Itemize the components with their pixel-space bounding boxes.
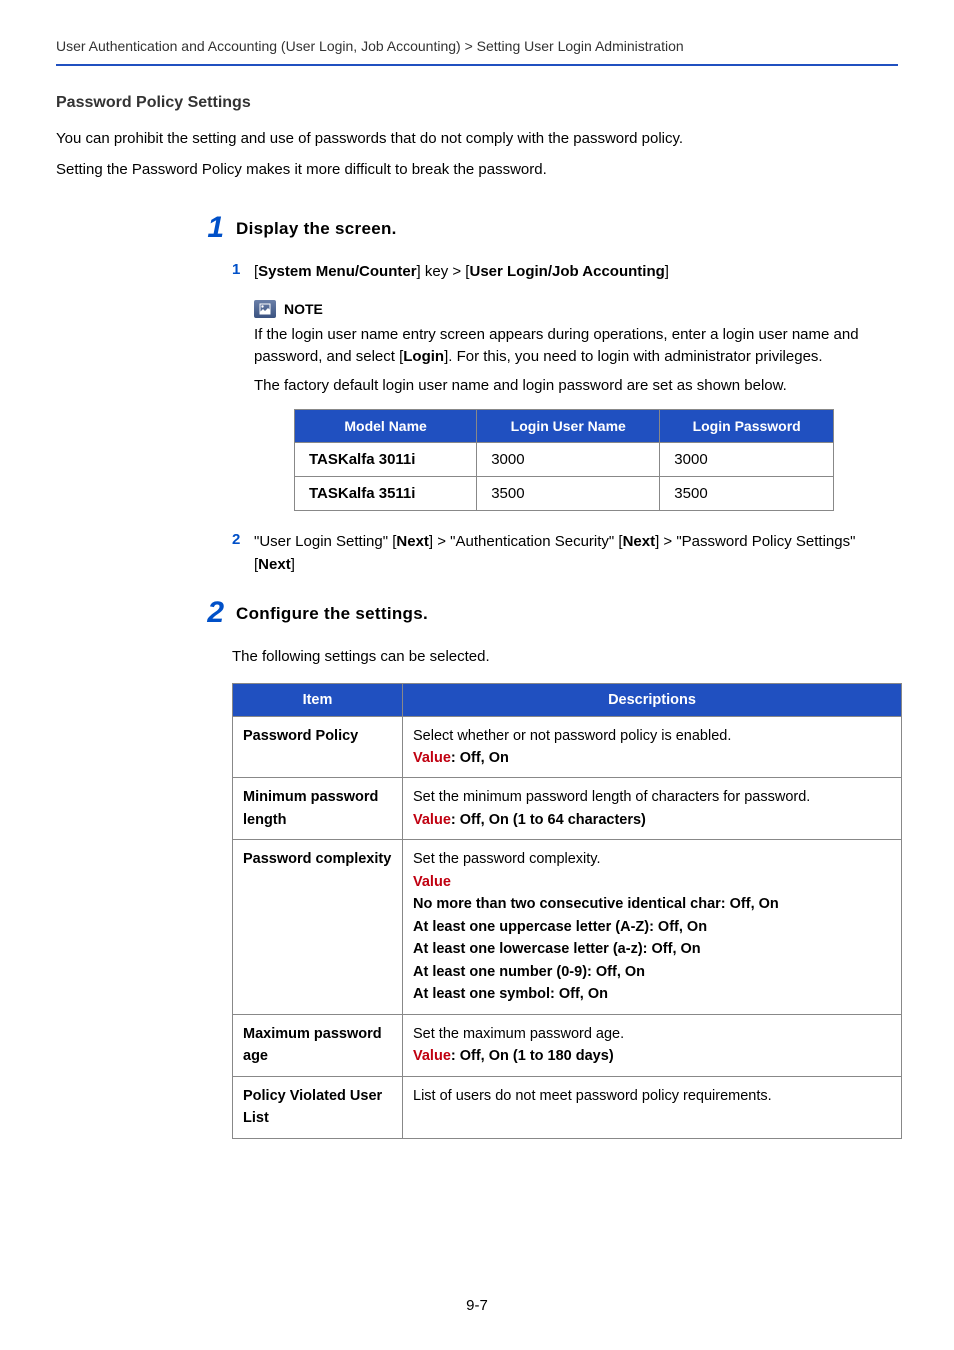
sr1-val-text: Off, On <box>460 750 509 766</box>
sr4-item: Maximum password age <box>233 1014 403 1076</box>
sr2-item: Minimum password length <box>233 778 403 840</box>
sr4-val-text: Off, On (1 to 180 days) <box>460 1048 614 1064</box>
intro-para-1: You can prohibit the setting and use of … <box>56 128 898 151</box>
step-2-body: The following settings can be selected. … <box>232 646 898 1139</box>
sr2-desc-text: Set the minimum password length of chara… <box>413 789 810 805</box>
login-r2-pass: 3500 <box>660 477 834 511</box>
sr3-c5: At least one symbol: Off, On <box>413 986 608 1002</box>
note-label: NOTE <box>284 301 323 317</box>
login-th-pass: Login Password <box>660 410 834 443</box>
step-2-header: 2 Configure the settings. <box>196 598 898 628</box>
login-r2-user: 3500 <box>477 477 660 511</box>
login-r1-pass: 3000 <box>660 443 834 477</box>
login-row-1: TASKalfa 3011i 3000 3000 <box>295 443 834 477</box>
sr5-desc: List of users do not meet password polic… <box>403 1076 902 1138</box>
step-2-title: Configure the settings. <box>236 598 428 624</box>
s1s2-b1: Next <box>396 533 429 550</box>
section-heading: Password Policy Settings <box>56 94 898 112</box>
settings-row-4: Maximum password age Set the maximum pas… <box>233 1014 902 1076</box>
s1s2-t1: "User Login Setting" [ <box>254 533 396 550</box>
settings-th-item: Item <box>233 683 403 716</box>
breadcrumb: User Authentication and Accounting (User… <box>56 38 898 64</box>
login-table: Model Name Login User Name Login Passwor… <box>294 409 834 511</box>
sr2-val-sep: : <box>451 812 460 828</box>
step-2-intro: The following settings can be selected. <box>232 646 898 669</box>
s1s2-t2: ] > "Authentication Security" [ <box>429 533 623 550</box>
step-1-number: 1 <box>196 213 236 243</box>
s1s1-mid: ] key > [ <box>417 263 470 280</box>
sr3-c1: No more than two consecutive identical c… <box>413 896 779 912</box>
sr3-item: Password complexity <box>233 840 403 1014</box>
s1s1-post: ] <box>665 263 669 280</box>
sr3-desc: Set the password complexity. Value No mo… <box>403 840 902 1014</box>
login-th-user: Login User Name <box>477 410 660 443</box>
note-icon <box>254 300 276 318</box>
settings-row-3: Password complexity Set the password com… <box>233 840 902 1014</box>
intro-para-2: Setting the Password Policy makes it mor… <box>56 159 898 182</box>
note-p1c: ]. For this, you need to login with admi… <box>444 348 823 365</box>
note-p1b: Login <box>403 348 444 365</box>
step-1-sub-1-text: [System Menu/Counter] key > [User Login/… <box>254 261 669 284</box>
sr3-desc-text: Set the password complexity. <box>413 851 601 867</box>
sr4-val-label: Value <box>413 1048 451 1064</box>
login-th-model: Model Name <box>295 410 477 443</box>
settings-th-desc: Descriptions <box>403 683 902 716</box>
s1s1-b1: System Menu/Counter <box>258 263 416 280</box>
note-para-2: The factory default login user name and … <box>254 375 898 398</box>
settings-row-5: Policy Violated User List List of users … <box>233 1076 902 1138</box>
s1s2-b2: Next <box>623 533 656 550</box>
sr1-desc-text: Select whether or not password policy is… <box>413 728 731 744</box>
sr1-desc: Select whether or not password policy is… <box>403 716 902 778</box>
login-r1-user: 3000 <box>477 443 660 477</box>
settings-row-1: Password Policy Select whether or not pa… <box>233 716 902 778</box>
sr1-val-sep: : <box>451 750 460 766</box>
note-block: NOTE If the login user name entry screen… <box>254 300 898 512</box>
step-1-title: Display the screen. <box>236 213 397 239</box>
step-1-sub-1-num: 1 <box>232 261 254 278</box>
settings-header-row: Item Descriptions <box>233 683 902 716</box>
settings-table: Item Descriptions Password Policy Select… <box>232 683 902 1139</box>
sr2-val-text: Off, On (1 to 64 characters) <box>460 812 646 828</box>
sr1-val-label: Value <box>413 750 451 766</box>
sr3-c2: At least one uppercase letter (A-Z): Off… <box>413 919 707 935</box>
settings-row-2: Minimum password length Set the minimum … <box>233 778 902 840</box>
login-r1-model: TASKalfa 3011i <box>295 443 477 477</box>
step-1-header: 1 Display the screen. <box>196 213 898 243</box>
page-number: 9-7 <box>0 1297 954 1314</box>
sr3-c4: At least one number (0-9): Off, On <box>413 964 645 980</box>
step-2-number: 2 <box>196 598 236 628</box>
s1s2-b3: Next <box>258 556 291 573</box>
sr3-c3: At least one lowercase letter (a-z): Off… <box>413 941 701 957</box>
sr4-desc: Set the maximum password age. Value: Off… <box>403 1014 902 1076</box>
sr5-item: Policy Violated User List <box>233 1076 403 1138</box>
note-header: NOTE <box>254 300 898 318</box>
step-1-body: 1 [System Menu/Counter] key > [User Logi… <box>232 261 898 576</box>
s1s2-t4: ] <box>291 556 295 573</box>
step-1-sub-2: 2 "User Login Setting" [Next] > "Authent… <box>232 531 898 576</box>
s1s1-b2: User Login/Job Accounting <box>469 263 664 280</box>
step-1-sub-2-num: 2 <box>232 531 254 548</box>
sr3-val-label: Value <box>413 874 451 890</box>
sr4-desc-text: Set the maximum password age. <box>413 1026 624 1042</box>
breadcrumb-divider <box>56 64 898 66</box>
sr4-val-sep: : <box>451 1048 460 1064</box>
login-row-2: TASKalfa 3511i 3500 3500 <box>295 477 834 511</box>
sr2-desc: Set the minimum password length of chara… <box>403 778 902 840</box>
sr2-val-label: Value <box>413 812 451 828</box>
login-table-header-row: Model Name Login User Name Login Passwor… <box>295 410 834 443</box>
sr1-item: Password Policy <box>233 716 403 778</box>
note-para-1: If the login user name entry screen appe… <box>254 324 898 369</box>
step-1-sub-1: 1 [System Menu/Counter] key > [User Logi… <box>232 261 898 284</box>
login-r2-model: TASKalfa 3511i <box>295 477 477 511</box>
step-1-sub-2-text: "User Login Setting" [Next] > "Authentic… <box>254 531 898 576</box>
